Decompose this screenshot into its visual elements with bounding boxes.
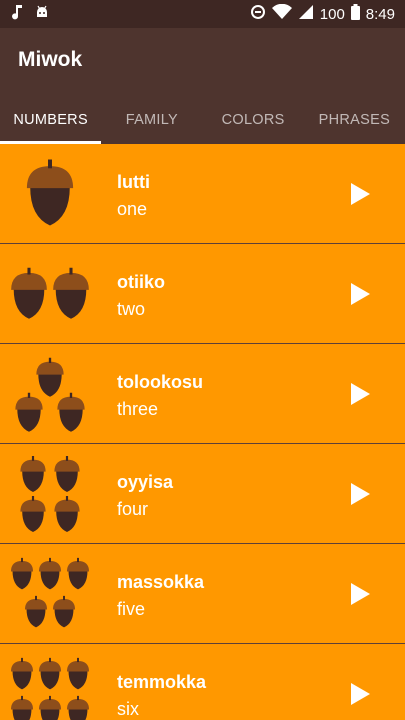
wifi-icon: [271, 3, 292, 24]
acorn-icon: [11, 267, 47, 319]
list-item[interactable]: lutti one: [0, 144, 405, 244]
acorn-icon: [38, 695, 62, 720]
acorn-icon: [15, 392, 43, 432]
acorn-image: [0, 144, 100, 244]
list-item[interactable]: temmokka six: [0, 644, 405, 720]
miwok-word: temmokka: [117, 672, 207, 692]
signal-icon: [298, 4, 314, 24]
acorn-icon: [53, 267, 89, 319]
acorn-icon: [54, 496, 80, 532]
miwok-word: lutti: [117, 172, 150, 192]
list-item[interactable]: massokka five: [0, 544, 405, 644]
list-item[interactable]: oyyisa four: [0, 444, 405, 544]
tab-label: NUMBERS: [13, 112, 88, 128]
play-icon[interactable]: [340, 374, 380, 414]
app-bar: Miwok NUMBERS FAMILY COLORS PHRASES: [0, 28, 405, 144]
play-icon[interactable]: [340, 174, 380, 214]
acorn-image: [0, 444, 100, 544]
app-title: Miwok: [18, 48, 83, 71]
acorn-icon: [66, 557, 90, 590]
miwok-word: oyyisa: [117, 472, 174, 492]
battery-icon: [350, 4, 360, 24]
acorn-icon: [52, 595, 76, 628]
acorn-icon: [24, 595, 48, 628]
acorn-icon: [54, 456, 80, 492]
english-translation: one: [117, 199, 148, 219]
play-icon[interactable]: [340, 474, 380, 514]
clock: 8:49: [365, 5, 395, 23]
acorn-icon: [10, 557, 34, 590]
tab-phrases[interactable]: PHRASES: [304, 96, 405, 144]
tab-colors[interactable]: COLORS: [203, 96, 304, 144]
list-item[interactable]: otiiko two: [0, 244, 405, 344]
miwok-word: massokka: [117, 572, 205, 592]
category-tabs: NUMBERS FAMILY COLORS PHRASES: [0, 96, 405, 144]
english-translation: three: [117, 399, 159, 419]
acorn-image: [0, 244, 100, 344]
tab-label: COLORS: [221, 112, 285, 128]
acorn-image: [0, 344, 100, 444]
acorn-icon: [10, 695, 34, 720]
tab-label: PHRASES: [318, 112, 391, 128]
acorn-icon: [66, 695, 90, 720]
acorn-icon: [36, 357, 64, 397]
play-icon[interactable]: [340, 274, 380, 314]
play-icon[interactable]: [340, 574, 380, 614]
data-saver-icon: [250, 4, 266, 24]
play-icon[interactable]: [340, 674, 380, 714]
tab-family[interactable]: FAMILY: [101, 96, 202, 144]
list-item[interactable]: tolookosu three: [0, 344, 405, 444]
status-bar: 100 8:49: [0, 0, 405, 28]
music-note-icon: [10, 4, 24, 24]
battery-level: 100: [319, 5, 345, 23]
acorn-icon: [57, 392, 85, 432]
android-icon: [34, 4, 50, 24]
tab-label: FAMILY: [125, 112, 179, 128]
acorn-icon: [10, 657, 34, 690]
acorn-icon: [26, 159, 74, 226]
acorn-icon: [20, 456, 46, 492]
acorn-image: [0, 544, 100, 644]
english-translation: two: [117, 299, 146, 319]
acorn-icon: [20, 496, 46, 532]
tab-numbers[interactable]: NUMBERS: [0, 96, 102, 144]
acorn-icon: [38, 557, 62, 590]
word-list: lutti one otiiko two tolookosu three oyy…: [0, 144, 405, 720]
english-translation: four: [117, 499, 149, 519]
miwok-word: tolookosu: [117, 372, 203, 392]
acorn-icon: [38, 657, 62, 690]
acorn-image: [0, 644, 100, 720]
english-translation: five: [117, 599, 146, 619]
acorn-icon: [66, 657, 90, 690]
miwok-word: otiiko: [117, 272, 165, 292]
english-translation: six: [117, 699, 139, 719]
